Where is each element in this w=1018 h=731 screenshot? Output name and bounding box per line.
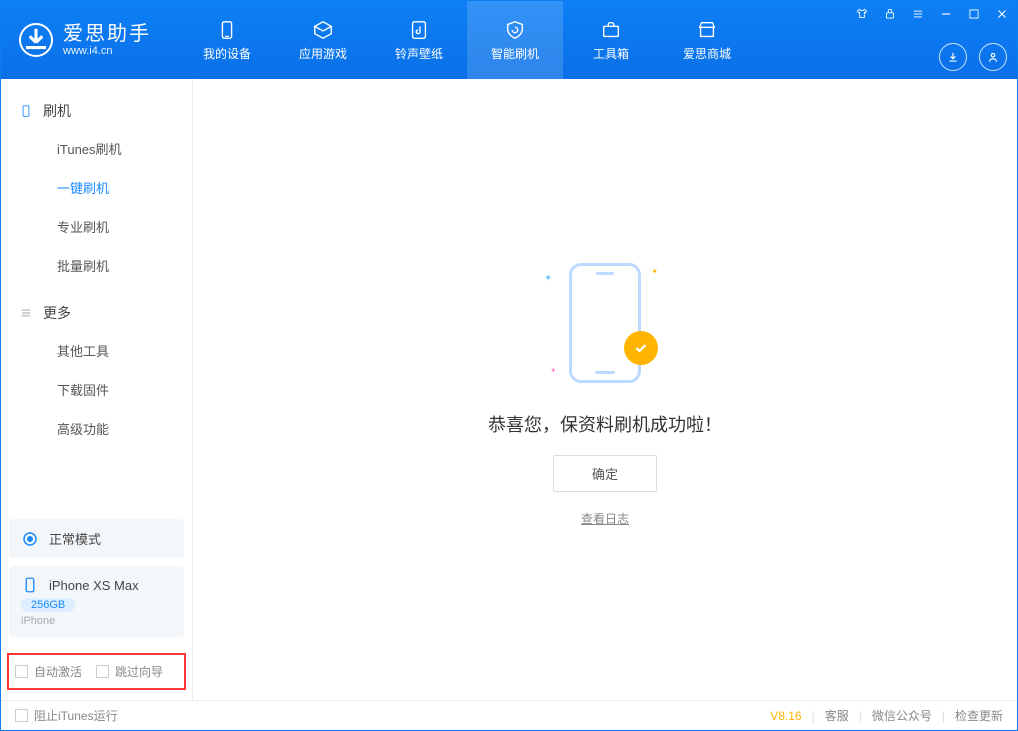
lock-icon[interactable] xyxy=(881,5,899,23)
app-title: 爱思助手 xyxy=(63,23,151,45)
logo-block: 爱思助手 www.i4.cn xyxy=(1,1,169,79)
nav-label: 爱思商城 xyxy=(683,45,731,62)
checkbox-label: 跳过向导 xyxy=(115,663,163,680)
checkbox-auto-activate[interactable]: 自动激活 xyxy=(15,663,82,680)
close-icon[interactable] xyxy=(993,5,1011,23)
checkbox-icon xyxy=(96,665,109,678)
shield-refresh-icon xyxy=(504,19,526,41)
sidebar-item-batch-flash[interactable]: 批量刷机 xyxy=(1,246,192,285)
nav-label: 铃声壁纸 xyxy=(395,45,443,62)
user-button[interactable] xyxy=(979,43,1007,71)
maximize-icon[interactable] xyxy=(965,5,983,23)
app-body: 刷机 iTunes刷机 一键刷机 专业刷机 批量刷机 更多 其他工具 下载固件 … xyxy=(1,79,1017,700)
nav-my-device[interactable]: 我的设备 xyxy=(179,1,275,79)
device-cards: 正常模式 iPhone XS Max 256GB iPhone xyxy=(1,511,192,645)
separator: | xyxy=(942,709,945,723)
support-link[interactable]: 客服 xyxy=(825,707,849,724)
checkbox-block-itunes[interactable]: 阻止iTunes运行 xyxy=(15,707,118,724)
device-capacity: 256GB xyxy=(21,598,75,612)
download-button[interactable] xyxy=(939,43,967,71)
music-file-icon xyxy=(408,19,430,41)
main-nav: 我的设备 应用游戏 铃声壁纸 智能刷机 工具箱 爱思商城 xyxy=(179,1,755,79)
checkbox-skip-guide[interactable]: 跳过向导 xyxy=(96,663,163,680)
device-name: iPhone XS Max xyxy=(49,578,139,593)
phone-frame-icon xyxy=(569,263,641,383)
check-update-link[interactable]: 检查更新 xyxy=(955,707,1003,724)
success-message: 恭喜您，保资料刷机成功啦！ xyxy=(488,411,722,437)
nav-label: 应用游戏 xyxy=(299,45,347,62)
checkbox-icon xyxy=(15,709,28,722)
normal-mode-icon xyxy=(21,530,39,548)
separator: | xyxy=(812,709,815,723)
main-content: ✦ ✦ ✦ 恭喜您，保资料刷机成功啦！ 确定 查看日志 xyxy=(193,79,1017,700)
sidebar: 刷机 iTunes刷机 一键刷机 专业刷机 批量刷机 更多 其他工具 下载固件 … xyxy=(1,79,193,700)
briefcase-icon xyxy=(600,19,622,41)
header-actions xyxy=(939,43,1007,71)
device-mode-card[interactable]: 正常模式 xyxy=(9,519,184,558)
group-label: 更多 xyxy=(43,303,71,323)
sidebar-item-download-firmware[interactable]: 下载固件 xyxy=(1,370,192,409)
sidebar-item-advanced[interactable]: 高级功能 xyxy=(1,409,192,448)
statusbar-right: V8.16 | 客服 | 微信公众号 | 检查更新 xyxy=(770,707,1003,724)
nav-label: 工具箱 xyxy=(593,45,629,62)
shirt-icon[interactable] xyxy=(853,5,871,23)
success-illustration: ✦ ✦ ✦ xyxy=(530,253,680,393)
window-controls xyxy=(853,5,1011,23)
sparkle-icon: ✦ xyxy=(544,273,552,284)
logo-text: 爱思助手 www.i4.cn xyxy=(63,23,151,57)
sidebar-group-flash: 刷机 xyxy=(1,93,192,129)
group-label: 刷机 xyxy=(43,101,71,121)
shop-icon xyxy=(696,19,718,41)
nav-label: 我的设备 xyxy=(203,45,251,62)
separator: | xyxy=(859,709,862,723)
checkbox-label: 阻止iTunes运行 xyxy=(34,707,118,724)
checkbox-label: 自动激活 xyxy=(34,663,82,680)
device-type: iPhone xyxy=(21,615,172,627)
list-icon xyxy=(19,306,33,320)
sparkle-icon: ✦ xyxy=(651,267,658,276)
menu-icon[interactable] xyxy=(909,5,927,23)
view-log-link[interactable]: 查看日志 xyxy=(581,510,629,527)
status-bar: 阻止iTunes运行 V8.16 | 客服 | 微信公众号 | 检查更新 xyxy=(1,700,1017,730)
statusbar-left: 阻止iTunes运行 xyxy=(15,707,118,724)
device-icon xyxy=(216,19,238,41)
flash-options-box: 自动激活 跳过向导 xyxy=(7,653,186,690)
nav-store[interactable]: 爱思商城 xyxy=(659,1,755,79)
device-info-card[interactable]: iPhone XS Max 256GB iPhone xyxy=(9,566,184,637)
device-mode-label: 正常模式 xyxy=(49,529,101,548)
nav-apps-games[interactable]: 应用游戏 xyxy=(275,1,371,79)
wechat-link[interactable]: 微信公众号 xyxy=(872,707,932,724)
sidebar-item-itunes-flash[interactable]: iTunes刷机 xyxy=(1,129,192,168)
logo-icon xyxy=(19,23,53,57)
version-label: V8.16 xyxy=(770,709,801,723)
nav-label: 智能刷机 xyxy=(491,45,539,62)
checkmark-badge-icon xyxy=(624,331,658,365)
phone-icon xyxy=(19,104,33,118)
app-header: 爱思助手 www.i4.cn 我的设备 应用游戏 铃声壁纸 智能刷机 工具箱 爱… xyxy=(1,1,1017,79)
nav-smart-flash[interactable]: 智能刷机 xyxy=(467,1,563,79)
sidebar-group-more: 更多 xyxy=(1,295,192,331)
nav-ringtone-wallpaper[interactable]: 铃声壁纸 xyxy=(371,1,467,79)
sidebar-item-other-tools[interactable]: 其他工具 xyxy=(1,331,192,370)
app-subtitle: www.i4.cn xyxy=(63,45,151,57)
nav-toolbox[interactable]: 工具箱 xyxy=(563,1,659,79)
sidebar-item-pro-flash[interactable]: 专业刷机 xyxy=(1,207,192,246)
sidebar-item-one-key-flash[interactable]: 一键刷机 xyxy=(1,168,192,207)
minimize-icon[interactable] xyxy=(937,5,955,23)
sparkle-icon: ✦ xyxy=(550,366,557,375)
cube-icon xyxy=(312,19,334,41)
ok-button[interactable]: 确定 xyxy=(553,455,657,492)
phone-icon xyxy=(21,576,39,594)
checkbox-icon xyxy=(15,665,28,678)
